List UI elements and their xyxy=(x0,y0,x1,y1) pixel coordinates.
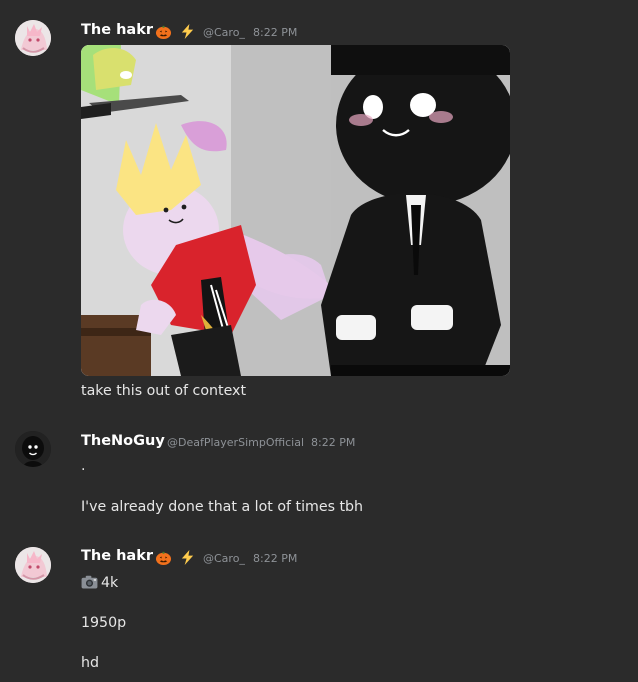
user-handle[interactable]: @Caro_ xyxy=(203,26,245,39)
message-text: I've already done that a lot of times tb… xyxy=(81,499,364,515)
camera-icon xyxy=(81,575,98,589)
lightning-icon xyxy=(181,23,194,40)
message-text: 1950p xyxy=(81,615,127,631)
avatar[interactable] xyxy=(15,431,51,467)
username[interactable]: The hakr xyxy=(81,548,153,564)
pumpkin-icon xyxy=(155,551,172,566)
message-text-content: 4k xyxy=(101,575,119,591)
lightning-icon xyxy=(181,549,194,566)
message-text: 4k xyxy=(81,575,118,591)
username[interactable]: The hakr xyxy=(81,22,153,38)
pumpkin-icon xyxy=(155,25,172,40)
timestamp: 8:22 PM xyxy=(253,26,298,39)
avatar[interactable] xyxy=(15,20,51,56)
user-handle[interactable]: @DeafPlayerSimpOfficial xyxy=(167,436,304,449)
timestamp: 8:22 PM xyxy=(253,552,298,565)
user-handle[interactable]: @Caro_ xyxy=(203,552,245,565)
avatar[interactable] xyxy=(15,547,51,583)
username[interactable]: TheNoGuy xyxy=(81,433,165,449)
message-text: take this out of context xyxy=(81,383,247,399)
message-text: hd xyxy=(81,655,99,671)
timestamp: 8:22 PM xyxy=(311,436,356,449)
message-text: . xyxy=(81,458,86,474)
image-attachment[interactable] xyxy=(81,45,510,376)
